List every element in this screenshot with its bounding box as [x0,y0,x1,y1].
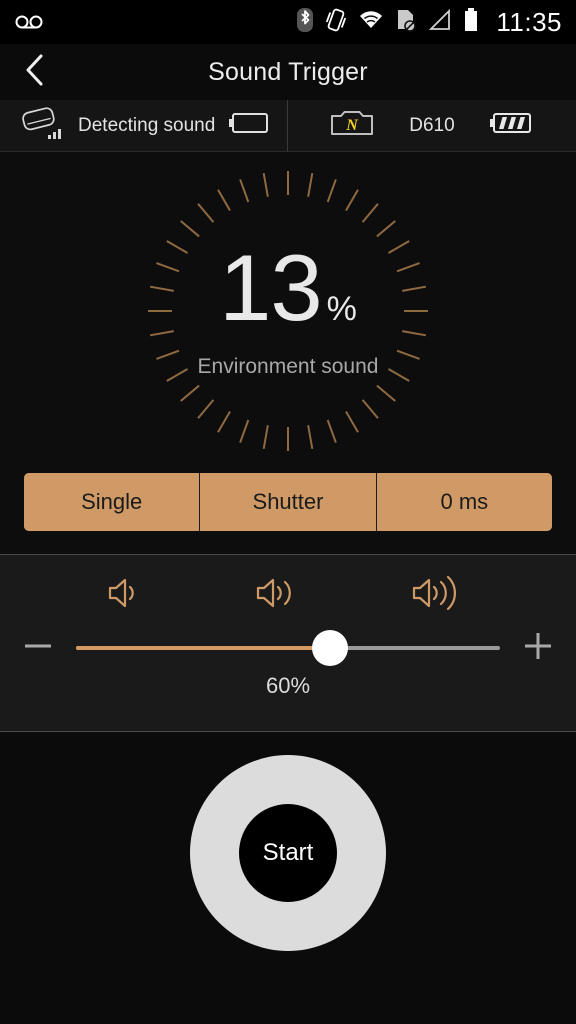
sensitivity-slider-row [0,625,576,671]
start-button[interactable]: Start [190,755,386,951]
sound-level-dial: 13 % Environment sound [143,166,433,456]
nikon-camera-icon: N [330,107,374,144]
camera-device-info[interactable]: N D610 [288,100,576,151]
dial-value: 13 [219,235,323,341]
battery-empty-icon [229,111,271,140]
slider-thumb[interactable] [312,630,349,666]
decrease-button[interactable] [0,625,76,671]
increase-button[interactable] [500,625,576,671]
dial-value-row: 13 % [219,235,357,341]
slider-fill [76,646,331,650]
start-button-label: Start [262,839,314,866]
start-button-inner: Start [239,804,337,902]
no-sim-icon [395,8,417,37]
vibrate-icon [325,7,347,38]
camera-model-text: D610 [409,114,455,136]
wifi-icon [358,9,384,36]
page-title: Sound Trigger [208,57,368,86]
battery-three-bars-icon [490,111,534,140]
status-bar-clock: 11:35 [496,6,562,37]
sensitivity-value-label: 60% [265,673,311,698]
volume-medium-icon[interactable] [254,574,306,617]
trigger-action-button[interactable]: Shutter [199,473,376,531]
trigger-status-text: Detecting sound [78,114,216,136]
dial-readout: 13 % Environment sound [143,166,433,456]
device-status-bar: Detecting sound N D610 [0,100,576,152]
sensitivity-slider[interactable] [76,625,500,671]
mode-button-bar: Single Shutter 0 ms [24,473,552,531]
sound-trigger-screen: 11:35 Sound Trigger Detecting sound N D6… [0,0,576,1024]
delay-button[interactable]: 0 ms [375,473,552,531]
status-bar: 11:35 [0,0,576,44]
status-bar-right: 11:35 [296,7,562,38]
battery-icon [463,7,479,38]
start-section: Start [0,733,576,1024]
sound-trigger-device-icon [18,105,64,146]
svg-text:N: N [345,117,359,134]
app-header: Sound Trigger [0,44,576,100]
voicemail-icon [14,10,44,35]
minus-icon [23,636,53,661]
plus-icon [523,631,553,666]
dial-unit: % [326,290,357,329]
signal-icon [428,8,452,36]
shoot-mode-button[interactable]: Single [24,473,200,531]
dial-label: Environment sound [197,354,379,378]
trigger-device-info[interactable]: Detecting sound [0,100,288,151]
bluetooth-icon [296,7,314,38]
sensitivity-section: 60% [0,554,576,732]
volume-low-icon[interactable] [106,574,150,617]
status-bar-left [14,10,44,35]
volume-icon-row [0,567,576,623]
volume-high-icon[interactable] [410,574,470,617]
